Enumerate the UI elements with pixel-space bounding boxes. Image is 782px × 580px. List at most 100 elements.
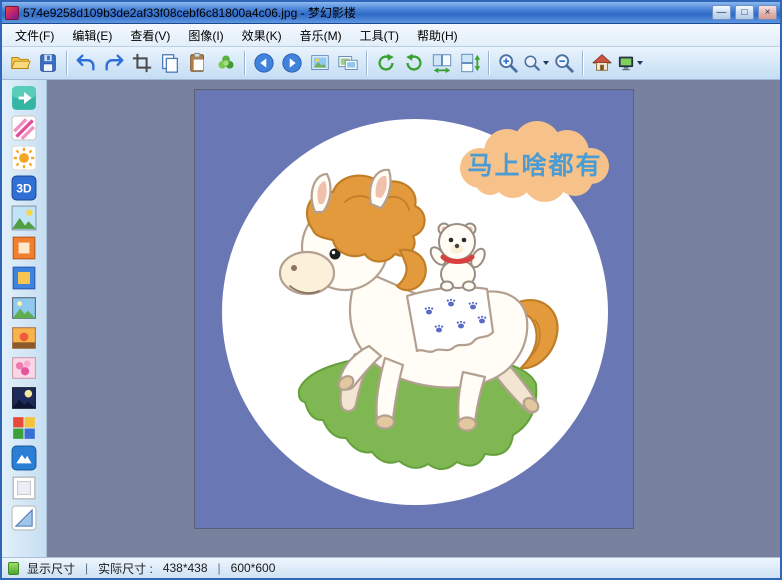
paste-icon bbox=[187, 52, 209, 74]
application-window: 574e9258d109b3de2af33f08cebf6c81800a4c06… bbox=[0, 0, 782, 580]
sidebar-tool-navigate[interactable] bbox=[10, 84, 38, 112]
next-image-button[interactable] bbox=[278, 49, 306, 77]
pink-filter-icon bbox=[11, 115, 37, 141]
monitor-icon bbox=[617, 52, 635, 74]
redo-button[interactable] bbox=[100, 49, 128, 77]
toolbar-separator bbox=[582, 51, 584, 75]
sunset-photo-icon bbox=[11, 325, 37, 351]
flip-horizontal-icon bbox=[431, 52, 453, 74]
dual-view-icon bbox=[337, 52, 359, 74]
zoom-icon bbox=[523, 52, 541, 74]
sidebar-tool-color-grid[interactable] bbox=[10, 414, 38, 442]
save-button[interactable] bbox=[34, 49, 62, 77]
sidebar-tool-blue-mountain[interactable] bbox=[10, 444, 38, 472]
minimize-button[interactable]: — bbox=[712, 5, 731, 20]
sidebar-tool-orange-frame[interactable] bbox=[10, 234, 38, 262]
redo-icon bbox=[103, 52, 125, 74]
dropdown-caret-icon bbox=[543, 61, 549, 65]
sidebar-tool-night-photo[interactable] bbox=[10, 384, 38, 412]
sidebar-tool-scenery[interactable] bbox=[10, 204, 38, 232]
titlebar: 574e9258d109b3de2af33f08cebf6c81800a4c06… bbox=[2, 2, 780, 24]
previous-image-button[interactable] bbox=[250, 49, 278, 77]
sidebar-tool-white-frame[interactable] bbox=[10, 474, 38, 502]
3d-label: 3D bbox=[16, 181, 32, 195]
navigate-arrow-icon bbox=[11, 85, 37, 111]
display-size-label: 显示尺寸 bbox=[27, 560, 75, 577]
status-separator: | bbox=[218, 561, 221, 575]
blue-frame-icon bbox=[11, 265, 37, 291]
menu-item-tools[interactable]: 工具(T) bbox=[351, 24, 408, 47]
landscape-photo-icon bbox=[11, 295, 37, 321]
previous-icon bbox=[253, 52, 275, 74]
tool-sidebar: 3D bbox=[2, 80, 47, 557]
maximize-button[interactable]: □ bbox=[735, 5, 754, 20]
zoom-out-icon bbox=[553, 52, 575, 74]
toolbar bbox=[2, 47, 780, 80]
night-photo-icon bbox=[11, 385, 37, 411]
view-dual-button[interactable] bbox=[334, 49, 362, 77]
crop-icon bbox=[131, 52, 153, 74]
sidebar-tool-sunset-photo[interactable] bbox=[10, 324, 38, 352]
app-icon bbox=[5, 6, 19, 20]
menu-item-file[interactable]: 文件(F) bbox=[6, 24, 63, 47]
home-button[interactable] bbox=[588, 49, 616, 77]
flip-vertical-icon bbox=[459, 52, 481, 74]
sidebar-tool-landscape[interactable] bbox=[10, 294, 38, 322]
close-button[interactable]: × bbox=[758, 5, 777, 20]
open-folder-icon bbox=[9, 52, 31, 74]
menu-item-help[interactable]: 帮助(H) bbox=[408, 24, 467, 47]
sidebar-tool-triangle-ruler[interactable] bbox=[10, 504, 38, 532]
effects-button[interactable] bbox=[212, 49, 240, 77]
sidebar-tool-blue-frame[interactable] bbox=[10, 264, 38, 292]
flip-horizontal-button[interactable] bbox=[428, 49, 456, 77]
zoom-in-button[interactable] bbox=[494, 49, 522, 77]
menu-item-image[interactable]: 图像(I) bbox=[179, 24, 232, 47]
paste-button[interactable] bbox=[184, 49, 212, 77]
scenery-icon bbox=[11, 205, 37, 231]
canvas-area[interactable]: 马上啥都有 bbox=[47, 80, 780, 557]
copy-button[interactable] bbox=[156, 49, 184, 77]
color-grid-icon bbox=[11, 415, 37, 441]
next-icon bbox=[281, 52, 303, 74]
image-view[interactable]: 马上啥都有 bbox=[195, 90, 633, 528]
open-button[interactable] bbox=[6, 49, 34, 77]
toolbar-separator bbox=[66, 51, 68, 75]
effects-leaf-icon bbox=[215, 52, 237, 74]
rotate-left-button[interactable] bbox=[372, 49, 400, 77]
home-icon bbox=[591, 52, 613, 74]
sidebar-tool-sun-effect[interactable] bbox=[10, 144, 38, 172]
copy-icon bbox=[159, 52, 181, 74]
blossom-photo-icon bbox=[11, 355, 37, 381]
actual-size-value: 600*600 bbox=[231, 561, 276, 575]
triangle-ruler-icon bbox=[11, 505, 37, 531]
crop-button[interactable] bbox=[128, 49, 156, 77]
menu-item-music[interactable]: 音乐(M) bbox=[291, 24, 351, 47]
undo-button[interactable] bbox=[72, 49, 100, 77]
white-frame-icon bbox=[11, 475, 37, 501]
dropdown-caret-icon bbox=[637, 61, 643, 65]
rotate-left-icon bbox=[375, 52, 397, 74]
sidebar-tool-text-3d[interactable]: 3D bbox=[10, 174, 38, 202]
status-separator: | bbox=[85, 561, 88, 575]
sidebar-tool-blossom-photo[interactable] bbox=[10, 354, 38, 382]
view-photo-button[interactable] bbox=[306, 49, 334, 77]
display-size-value: 438*438 bbox=[163, 561, 208, 575]
menubar: 文件(F) 编辑(E) 查看(V) 图像(I) 效果(K) 音乐(M) 工具(T… bbox=[2, 24, 780, 47]
rotate-right-button[interactable] bbox=[400, 49, 428, 77]
window-title: 574e9258d109b3de2af33f08cebf6c81800a4c06… bbox=[23, 4, 708, 21]
screen-mode-button[interactable] bbox=[616, 49, 644, 77]
toolbar-separator bbox=[366, 51, 368, 75]
menu-item-edit[interactable]: 编辑(E) bbox=[63, 24, 121, 47]
save-floppy-icon bbox=[37, 52, 59, 74]
zoom-level-button[interactable] bbox=[522, 49, 550, 77]
menu-item-view[interactable]: 查看(V) bbox=[121, 24, 179, 47]
sun-icon bbox=[11, 145, 37, 171]
blue-mountain-icon bbox=[11, 445, 37, 471]
toolbar-separator bbox=[488, 51, 490, 75]
orange-frame-icon bbox=[11, 235, 37, 261]
flip-vertical-button[interactable] bbox=[456, 49, 484, 77]
sidebar-tool-pink-filter[interactable] bbox=[10, 114, 38, 142]
toolbar-separator bbox=[244, 51, 246, 75]
menu-item-effects[interactable]: 效果(K) bbox=[233, 24, 291, 47]
zoom-out-button[interactable] bbox=[550, 49, 578, 77]
